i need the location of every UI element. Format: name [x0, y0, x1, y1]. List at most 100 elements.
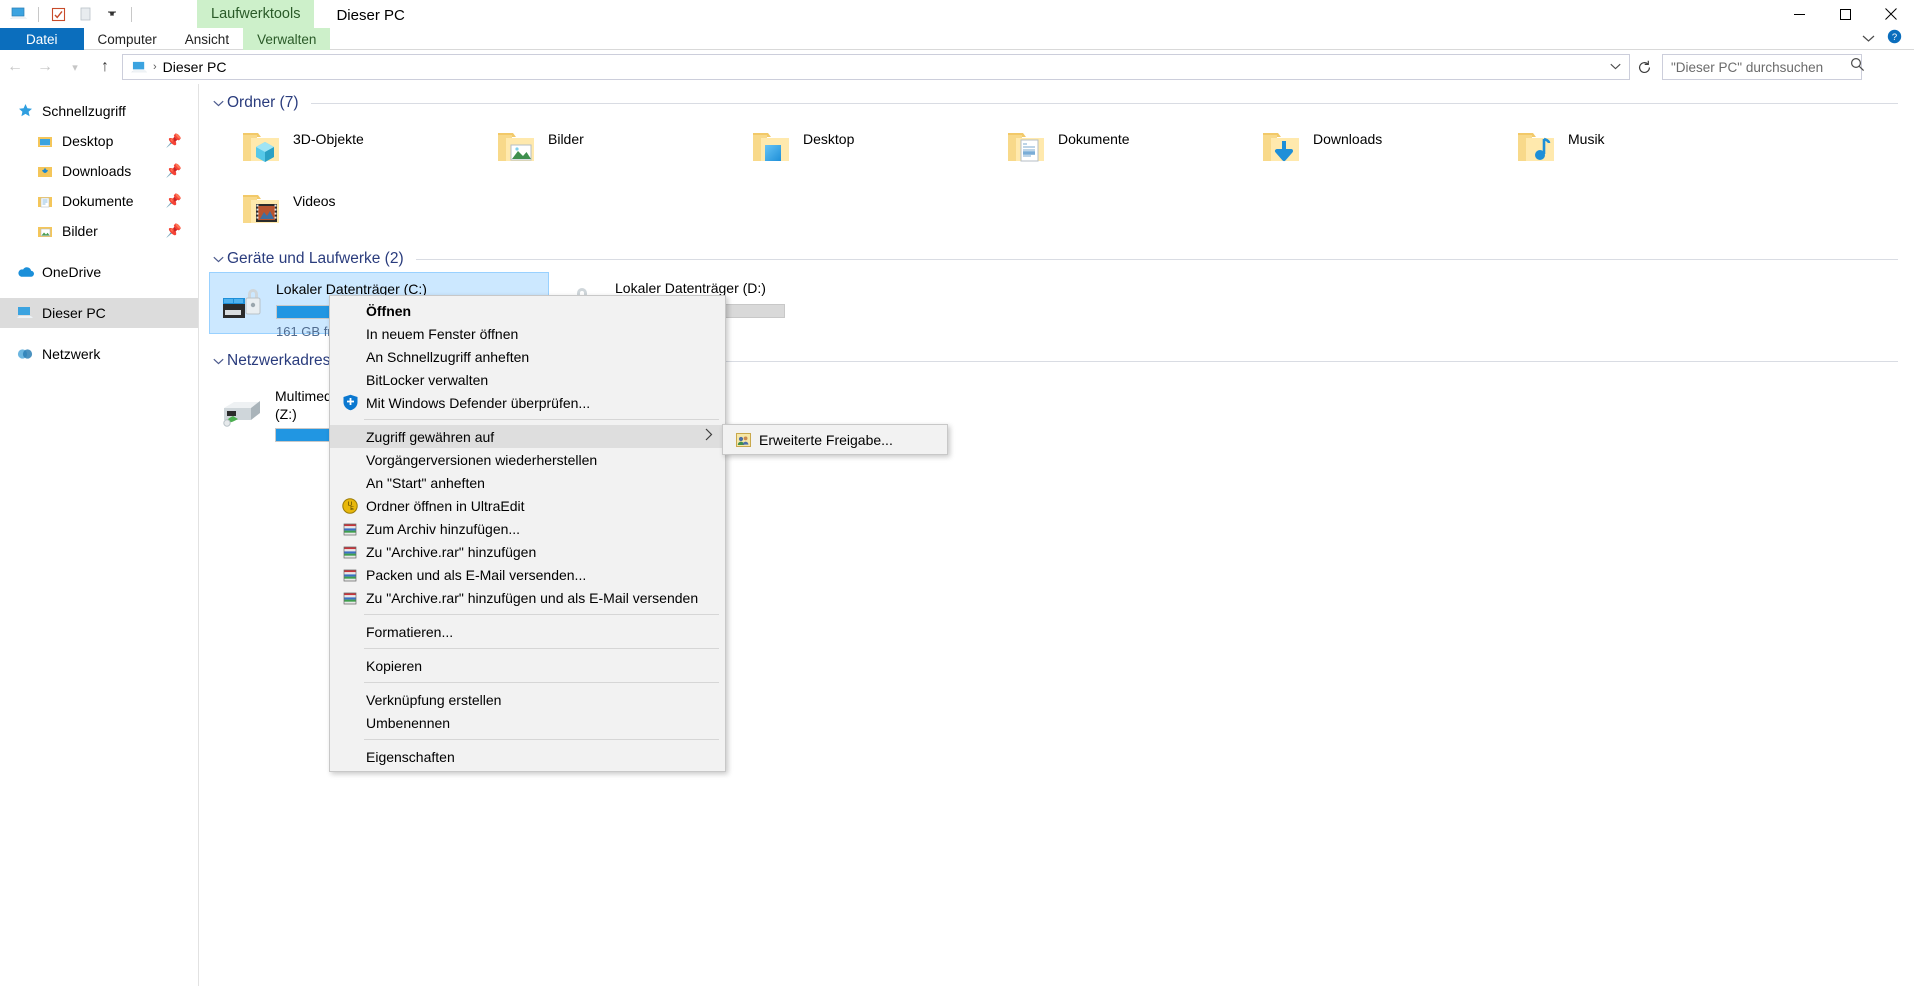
new-folder-icon[interactable]: [74, 3, 96, 25]
menu-item-packen-und-als-email-versenden[interactable]: Packen und als E-Mail versenden...: [330, 563, 725, 586]
chevron-down-icon[interactable]: [209, 252, 227, 266]
menu-item-label: Zu "Archive.rar" hinzufügen: [366, 543, 537, 560]
context-submenu: Erweiterte Freigabe...: [722, 424, 948, 455]
menu-item-mit-windows-defender-ueberpruefen[interactable]: Mit Windows Defender überprüfen...: [330, 391, 725, 414]
submenu-item-label: Erweiterte Freigabe...: [759, 431, 893, 448]
folder-tile-musik[interactable]: Musik: [1510, 116, 1765, 178]
folder-name: Downloads: [1313, 131, 1383, 147]
this-pc-icon: [14, 305, 36, 321]
sidebar-item-downloads[interactable]: Downloads 📌: [0, 156, 198, 186]
menu-item-verknuepfung-erstellen[interactable]: Verknüpfung erstellen: [330, 688, 725, 711]
help-icon[interactable]: ?: [1887, 29, 1902, 49]
menu-item-zugriff-gewaehren-auf[interactable]: Zugriff gewähren auf: [330, 425, 725, 448]
folder-pictures-icon: [490, 122, 542, 174]
group-header-ordner[interactable]: Ordner (7): [209, 90, 1914, 116]
back-arrow-icon[interactable]: ←: [0, 54, 30, 80]
menu-item-zu-archive-rar-hinzufuegen[interactable]: Zu "Archive.rar" hinzufügen: [330, 540, 725, 563]
menu-item-bitlocker-verwalten[interactable]: BitLocker verwalten: [330, 368, 725, 391]
folder-name: Dokumente: [1058, 131, 1130, 147]
menu-divider: [364, 739, 719, 740]
chevron-down-icon[interactable]: [1862, 30, 1875, 48]
network-drive-icon: [215, 384, 275, 438]
menu-item-label: Vorgängerversionen wiederherstellen: [366, 451, 598, 468]
refresh-icon[interactable]: [1630, 54, 1658, 80]
sidebar-item-label: OneDrive: [42, 264, 102, 280]
winrar-icon: [336, 544, 364, 560]
context-menu: Öffnen In neuem Fenster öffnen An Schnel…: [329, 295, 726, 772]
breadcrumb-separator[interactable]: ›: [153, 61, 157, 73]
pin-icon[interactable]: 📌: [166, 193, 182, 209]
menu-item-vorgaengerversionen-wiederherstellen[interactable]: Vorgängerversionen wiederherstellen: [330, 448, 725, 471]
folder-tile-bilder[interactable]: Bilder: [490, 116, 745, 178]
chevron-down-icon[interactable]: [209, 96, 227, 110]
title-bar: Laufwerktools Dieser PC: [0, 0, 1914, 28]
group-header-geraete[interactable]: Geräte und Laufwerke (2): [209, 246, 1914, 272]
sidebar-item-desktop[interactable]: Desktop 📌: [0, 126, 198, 156]
menu-item-label: An "Start" anheften: [366, 474, 485, 491]
tab-datei[interactable]: Datei: [0, 28, 84, 50]
menu-item-ordner-oeffnen-in-ultraedit[interactable]: UE Ordner öffnen in UltraEdit: [330, 494, 725, 517]
menu-item-formatieren[interactable]: Formatieren...: [330, 620, 725, 643]
sidebar-item-dokumente[interactable]: Dokumente 📌: [0, 186, 198, 216]
chevron-right-icon: [705, 428, 713, 445]
chevron-down-icon[interactable]: [209, 354, 227, 368]
menu-item-oeffnen[interactable]: Öffnen: [330, 299, 725, 322]
pin-icon[interactable]: 📌: [166, 163, 182, 179]
menu-item-an-schnellzugriff-anheften[interactable]: An Schnellzugriff anheften: [330, 345, 725, 368]
menu-item-zum-archiv-hinzufuegen[interactable]: Zum Archiv hinzufügen...: [330, 517, 725, 540]
pin-icon[interactable]: 📌: [166, 223, 182, 239]
menu-item-kopieren[interactable]: Kopieren: [330, 654, 725, 677]
folder-tile-3d-objekte[interactable]: 3D-Objekte: [235, 116, 490, 178]
recent-locations-icon[interactable]: ▾: [60, 54, 90, 80]
folder-tile-videos[interactable]: Videos: [235, 178, 490, 240]
folder-videos-icon: [235, 184, 287, 236]
tab-ansicht[interactable]: Ansicht: [171, 28, 243, 50]
folder-tile-grid: 3D-Objekte Bilder Desktop Dokumente Down…: [199, 116, 1914, 240]
menu-item-an-start-anheften[interactable]: An "Start" anheften: [330, 471, 725, 494]
menu-divider: [364, 614, 719, 615]
menu-item-label: An Schnellzugriff anheften: [366, 348, 530, 365]
sidebar-item-netzwerk[interactable]: Netzwerk: [0, 339, 198, 369]
menu-item-in-neuem-fenster-oeffnen[interactable]: In neuem Fenster öffnen: [330, 322, 725, 345]
sidebar-item-onedrive[interactable]: OneDrive: [0, 257, 198, 287]
group-title: Ordner (7): [227, 94, 299, 111]
tab-verwalten[interactable]: Verwalten: [243, 28, 331, 50]
svg-text:?: ?: [1892, 32, 1897, 43]
sidebar-item-dieser-pc[interactable]: Dieser PC: [0, 298, 198, 328]
properties-icon[interactable]: [47, 3, 69, 25]
sidebar-item-schnellzugriff[interactable]: Schnellzugriff: [0, 96, 198, 126]
menu-item-label: Zum Archiv hinzufügen...: [366, 520, 521, 537]
folder-tile-downloads[interactable]: Downloads: [1255, 116, 1510, 178]
menu-item-label: Eigenschaften: [366, 748, 455, 765]
menu-item-zu-archive-rar-hinzufuegen-und-als-email-versenden[interactable]: Zu "Archive.rar" hinzufügen und als E-Ma…: [330, 586, 725, 609]
folder-tile-dokumente[interactable]: Dokumente: [1000, 116, 1255, 178]
menu-item-umbenennen[interactable]: Umbenennen: [330, 711, 725, 734]
maximize-button[interactable]: [1822, 0, 1868, 28]
tab-computer[interactable]: Computer: [84, 28, 171, 50]
minimize-button[interactable]: [1776, 0, 1822, 28]
forward-arrow-icon[interactable]: →: [30, 54, 60, 80]
customize-dropdown-icon[interactable]: [101, 3, 123, 25]
close-button[interactable]: [1868, 0, 1914, 28]
nav-spacer-3: [0, 328, 198, 339]
menu-item-eigenschaften[interactable]: Eigenschaften: [330, 745, 725, 768]
sidebar-item-bilder[interactable]: Bilder 📌: [0, 216, 198, 246]
folder-name: 3D-Objekte: [293, 131, 364, 147]
this-pc-icon[interactable]: [8, 3, 30, 25]
submenu-item-erweiterte-freigabe[interactable]: Erweiterte Freigabe...: [723, 428, 947, 451]
ribbon-tab-bar: Datei Computer Ansicht Verwalten ?: [0, 28, 1914, 50]
pin-icon[interactable]: 📌: [166, 133, 182, 149]
up-arrow-icon[interactable]: ↑: [90, 54, 120, 80]
navigation-pane: Schnellzugriff Desktop 📌 Downloads 📌 Dok…: [0, 84, 199, 986]
breadcrumb-path[interactable]: Dieser PC: [163, 59, 227, 75]
folder-tile-desktop[interactable]: Desktop: [745, 116, 1000, 178]
search-input[interactable]: [1669, 58, 1850, 76]
chevron-down-icon[interactable]: [1610, 61, 1621, 73]
search-icon[interactable]: [1850, 57, 1865, 77]
defender-shield-icon: [336, 394, 364, 411]
breadcrumb[interactable]: › Dieser PC: [122, 54, 1630, 80]
search-box[interactable]: [1662, 54, 1865, 80]
toolbar-divider: [38, 6, 39, 22]
sidebar-item-label: Desktop: [62, 133, 114, 149]
